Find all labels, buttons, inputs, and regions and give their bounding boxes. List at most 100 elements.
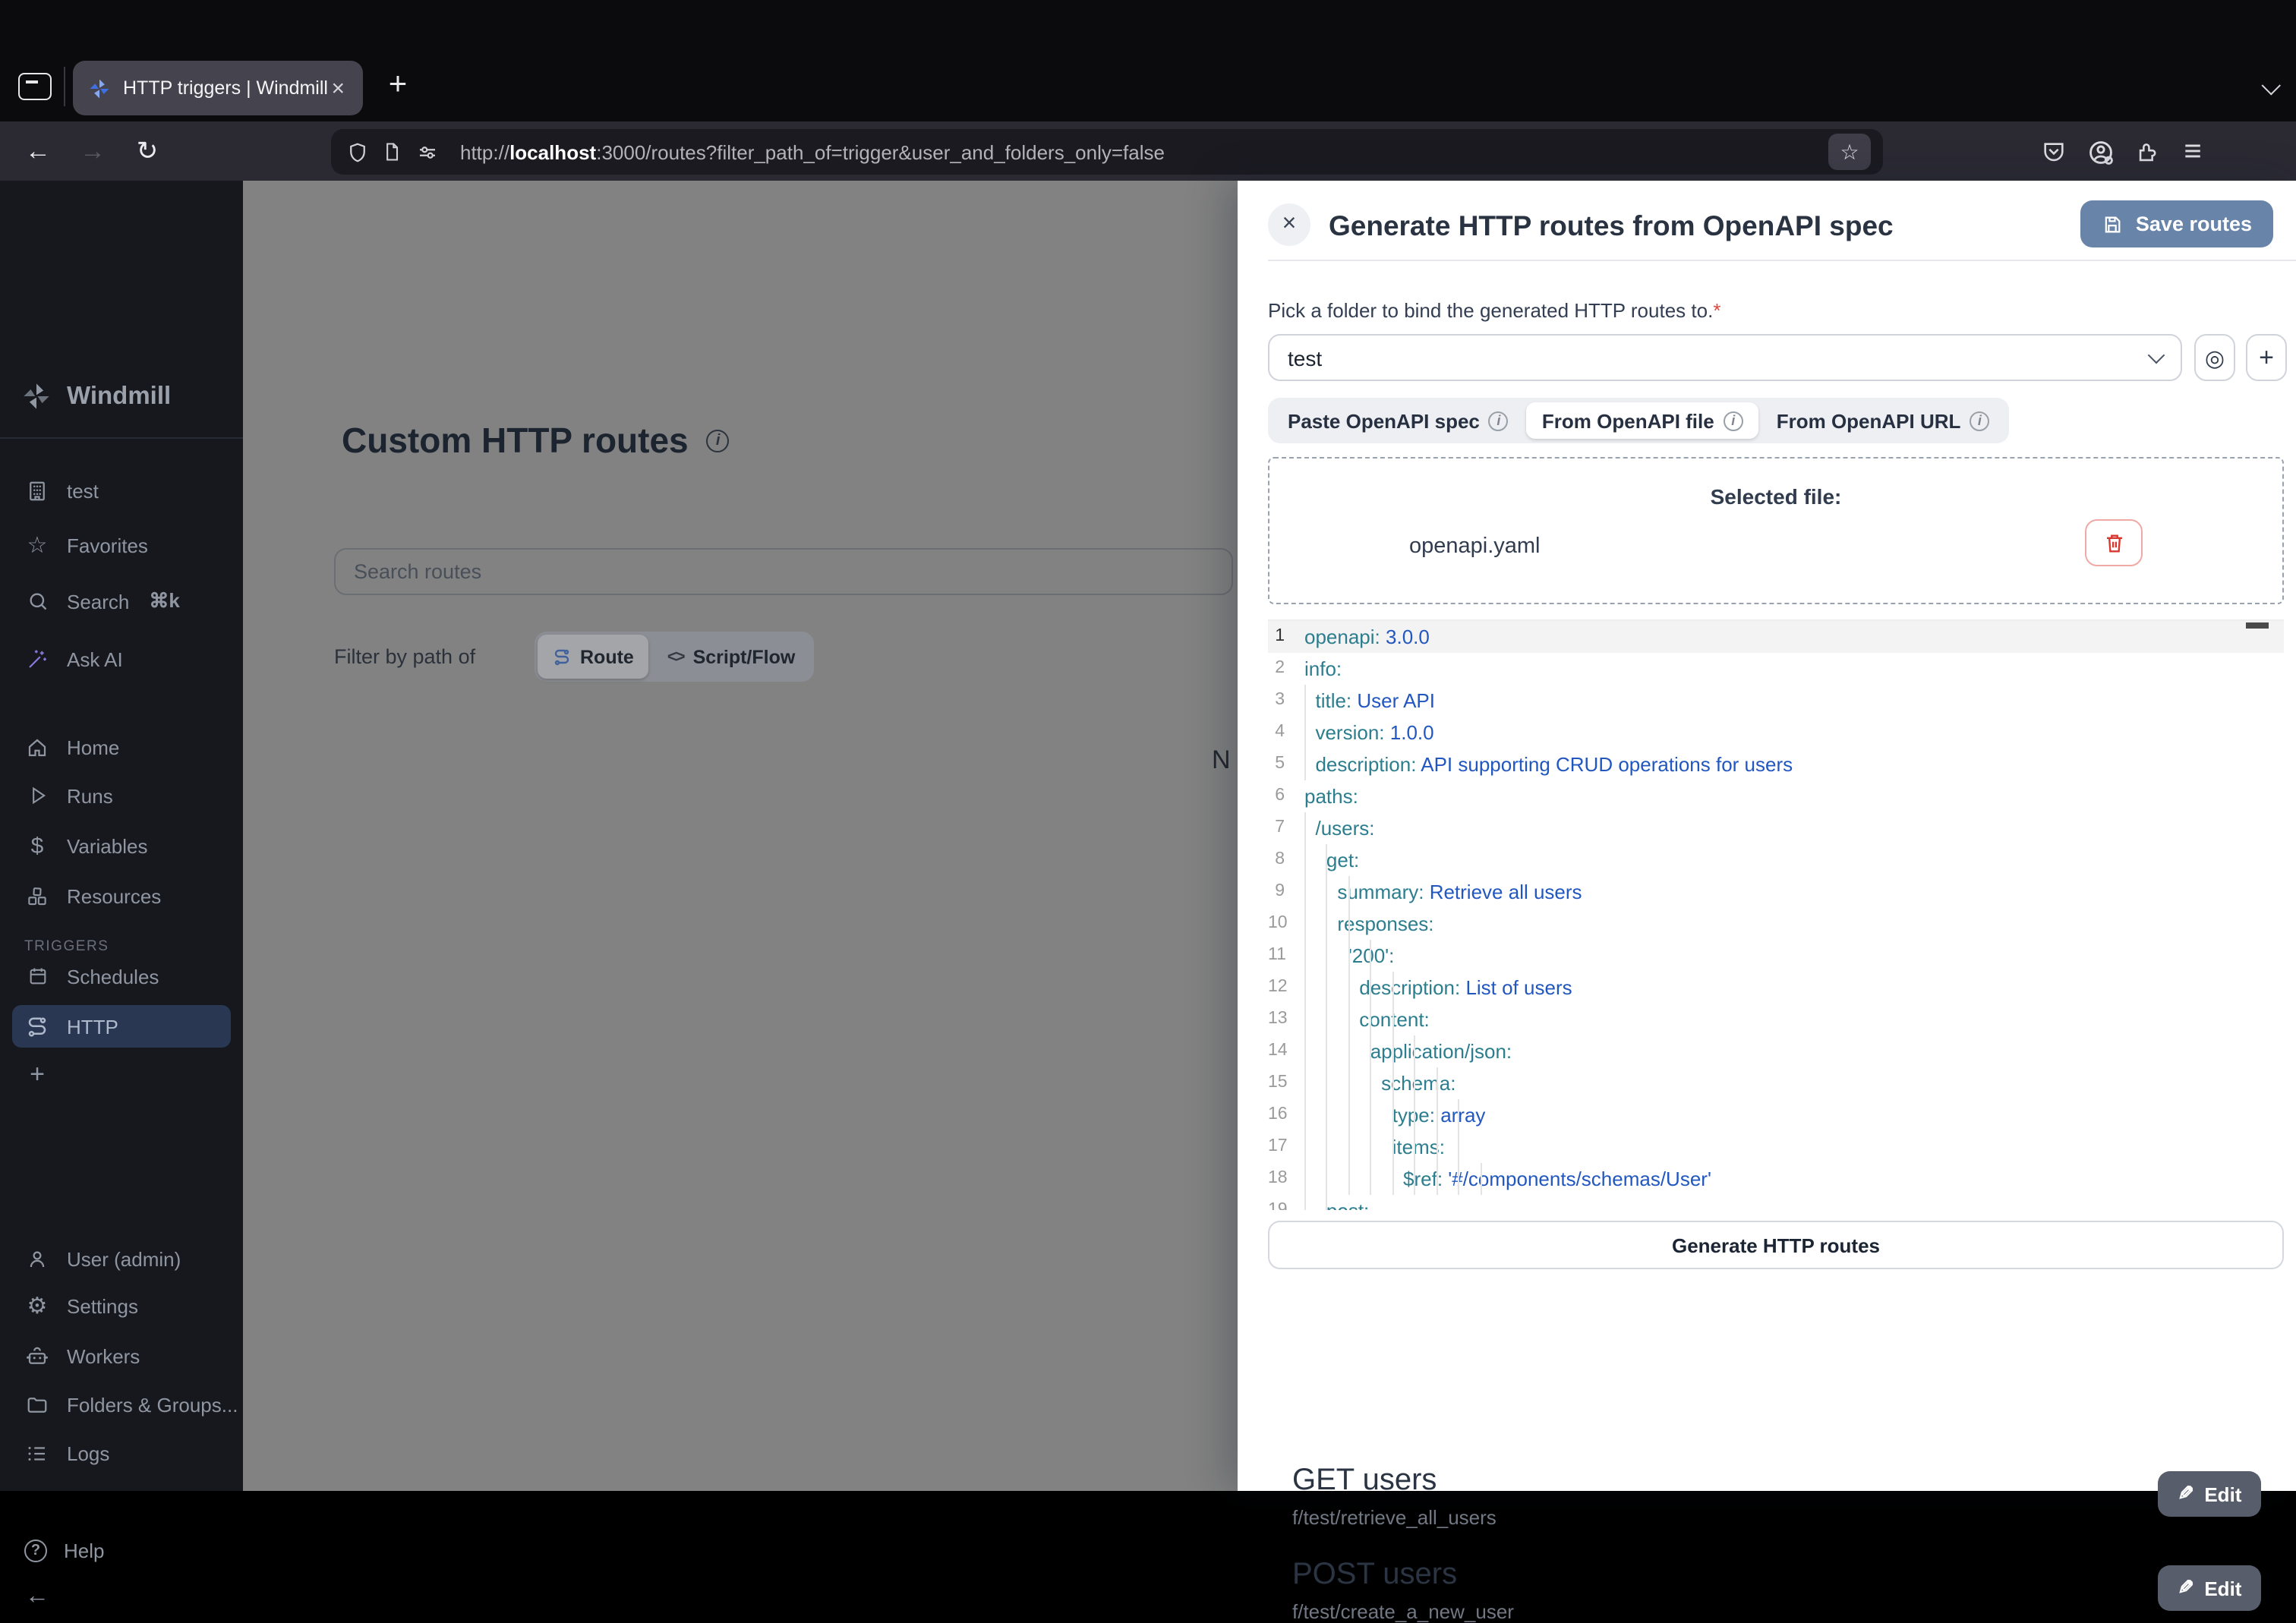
drawer-title: Generate HTTP routes from OpenAPI spec bbox=[1329, 210, 1894, 243]
reload-button[interactable]: ↻ bbox=[128, 134, 167, 170]
info-icon[interactable]: i bbox=[707, 430, 730, 452]
edit-route-button[interactable]: ✎Edit bbox=[2158, 1565, 2261, 1611]
search-routes-input[interactable]: Search routes bbox=[334, 548, 1233, 595]
sidebar-collapse-button[interactable]: ← bbox=[12, 1576, 231, 1618]
sidebar-item-user[interactable]: User (admin) bbox=[12, 1237, 231, 1280]
route-path: f/test/retrieve_all_users bbox=[1292, 1506, 1496, 1529]
route-name: GET users bbox=[1292, 1464, 1437, 1499]
code-line: 17 items: bbox=[1268, 1131, 2284, 1163]
sidebar-item-ask-ai[interactable]: Ask AI bbox=[12, 638, 231, 680]
folder-picker-label: Pick a folder to bind the generated HTTP… bbox=[1268, 299, 1720, 322]
remove-file-button[interactable] bbox=[2085, 519, 2143, 566]
sidebar-item-logs[interactable]: Logs bbox=[12, 1432, 231, 1474]
url-bar[interactable]: http://localhost:3000/routes?filter_path… bbox=[331, 129, 1883, 175]
sidebar-item-http[interactable]: HTTP bbox=[12, 1005, 231, 1048]
folder-select[interactable]: test bbox=[1268, 334, 2182, 381]
sidebar-item-folders-groups[interactable]: Folders & Groups... bbox=[12, 1383, 231, 1426]
add-folder-button[interactable]: + bbox=[2246, 334, 2287, 381]
code-line: 11 '200': bbox=[1268, 940, 2284, 972]
save-routes-button[interactable]: Save routes bbox=[2081, 200, 2273, 247]
tab-paste-spec[interactable]: Paste OpenAPI speci bbox=[1273, 402, 1524, 439]
app-content: Windmill test ☆ Favorites Search ⌘k Ask … bbox=[0, 181, 2296, 1491]
code-line: 1openapi: 3.0.0 bbox=[1268, 621, 2284, 653]
windmill-logo-icon bbox=[21, 381, 52, 411]
tab-from-url[interactable]: From OpenAPI URLi bbox=[1761, 402, 2005, 439]
view-folder-button[interactable]: ◎ bbox=[2194, 334, 2235, 381]
bookmark-star-icon[interactable]: ☆ bbox=[1828, 134, 1871, 170]
url-text[interactable]: http://localhost:3000/routes?filter_path… bbox=[460, 140, 1828, 163]
sidebar-item-workers[interactable]: Workers bbox=[12, 1335, 231, 1377]
code-line: 3 title: User API bbox=[1268, 685, 2284, 717]
sidebar-add-trigger-button[interactable]: + bbox=[12, 1054, 231, 1096]
sidebar-item-search[interactable]: Search ⌘k bbox=[12, 580, 231, 622]
firefox-view-icon[interactable] bbox=[18, 73, 52, 100]
sidebar-item-home[interactable]: Home bbox=[12, 726, 231, 768]
extensions-puzzle-icon[interactable] bbox=[2127, 132, 2167, 172]
search-icon bbox=[24, 588, 50, 614]
account-icon[interactable] bbox=[2080, 132, 2120, 172]
path-filter-toggle: Route <> Script/Flow bbox=[535, 632, 813, 682]
generate-routes-button[interactable]: Generate HTTP routes bbox=[1268, 1221, 2284, 1269]
sidebar-divider bbox=[0, 437, 243, 439]
tab-title: HTTP triggers | Windmill bbox=[123, 77, 328, 99]
home-icon bbox=[24, 734, 50, 760]
toggle-route[interactable]: Route bbox=[538, 635, 649, 679]
drawer-header-divider bbox=[1268, 260, 2296, 261]
sidebar-item-favorites[interactable]: ☆ Favorites bbox=[12, 524, 231, 566]
info-icon: i bbox=[1724, 411, 1743, 430]
search-placeholder: Search routes bbox=[354, 560, 481, 583]
help-icon: ? bbox=[24, 1539, 47, 1562]
magic-wand-icon bbox=[24, 646, 50, 672]
browser-tab[interactable]: HTTP triggers | Windmill × bbox=[73, 61, 363, 115]
code-line: 15 schema: bbox=[1268, 1067, 2284, 1099]
new-tab-button[interactable]: + bbox=[377, 67, 419, 103]
sidebar-item-runs[interactable]: Runs bbox=[12, 774, 231, 817]
page-info-icon[interactable] bbox=[378, 138, 405, 165]
chevron-down-icon bbox=[2148, 346, 2165, 364]
code-line: 16 type: array bbox=[1268, 1099, 2284, 1131]
sidebar: Windmill test ☆ Favorites Search ⌘k Ask … bbox=[0, 181, 243, 1491]
windmill-logo[interactable]: Windmill bbox=[21, 381, 171, 411]
pocket-icon[interactable] bbox=[2033, 132, 2073, 172]
code-line: 4 version: 1.0.0 bbox=[1268, 717, 2284, 748]
scrollbar-thumb[interactable] bbox=[2246, 622, 2269, 629]
back-button[interactable]: ← bbox=[18, 134, 58, 170]
code-editor[interactable]: 1openapi: 3.0.02info:3 title: User API4 … bbox=[1268, 619, 2284, 1210]
code-line: 19 post: bbox=[1268, 1195, 2284, 1210]
forward-button[interactable]: → bbox=[73, 134, 112, 170]
sidebar-item-schedules[interactable]: Schedules bbox=[12, 955, 231, 997]
arrow-left-icon: ← bbox=[24, 1584, 50, 1610]
hamburger-menu-icon[interactable]: ≡ bbox=[2173, 132, 2212, 172]
sidebar-item-workspace[interactable]: test bbox=[12, 469, 231, 512]
code-line: 12 description: List of users bbox=[1268, 972, 2284, 1004]
person-icon bbox=[24, 1246, 50, 1272]
list-tabs-chevron-icon[interactable] bbox=[2262, 76, 2281, 95]
pencil-icon: ✎ bbox=[2178, 1482, 2194, 1506]
code-line: 13 content: bbox=[1268, 1004, 2284, 1035]
eye-icon: ◎ bbox=[2205, 344, 2225, 371]
toggle-script-flow[interactable]: <> Script/Flow bbox=[652, 635, 810, 679]
play-icon bbox=[24, 783, 50, 808]
code-line: 9 summary: Retrieve all users bbox=[1268, 876, 2284, 908]
shield-icon[interactable] bbox=[343, 138, 371, 165]
tabbar-divider bbox=[64, 67, 65, 106]
code-line: 14 application/json: bbox=[1268, 1035, 2284, 1067]
code-lines: 1openapi: 3.0.02info:3 title: User API4 … bbox=[1268, 621, 2284, 1210]
edit-route-button[interactable]: ✎Edit bbox=[2158, 1471, 2261, 1517]
sidebar-item-resources[interactable]: Resources bbox=[12, 875, 231, 917]
selected-file-name: openapi.yaml bbox=[1409, 534, 1541, 559]
permissions-sliders-icon[interactable] bbox=[413, 138, 440, 165]
triggers-section-label: TRIGGERS bbox=[24, 938, 109, 955]
route-path: f/test/create_a_new_user bbox=[1292, 1600, 1514, 1623]
filter-label: Filter by path of bbox=[334, 645, 475, 668]
sidebar-item-variables[interactable]: $ Variables bbox=[12, 824, 231, 867]
code-line: 2info: bbox=[1268, 653, 2284, 685]
drawer-close-button[interactable]: × bbox=[1268, 203, 1310, 246]
code-line: 10 responses: bbox=[1268, 908, 2284, 940]
selected-file-label: Selected file: bbox=[1269, 484, 2282, 509]
sidebar-item-settings[interactable]: ⚙ Settings bbox=[12, 1284, 231, 1327]
tab-from-file[interactable]: From OpenAPI filei bbox=[1527, 402, 1758, 439]
route-name: POST users bbox=[1292, 1558, 1457, 1593]
sidebar-item-help[interactable]: ? Help bbox=[12, 1529, 231, 1571]
tab-close-icon[interactable]: × bbox=[328, 75, 348, 101]
